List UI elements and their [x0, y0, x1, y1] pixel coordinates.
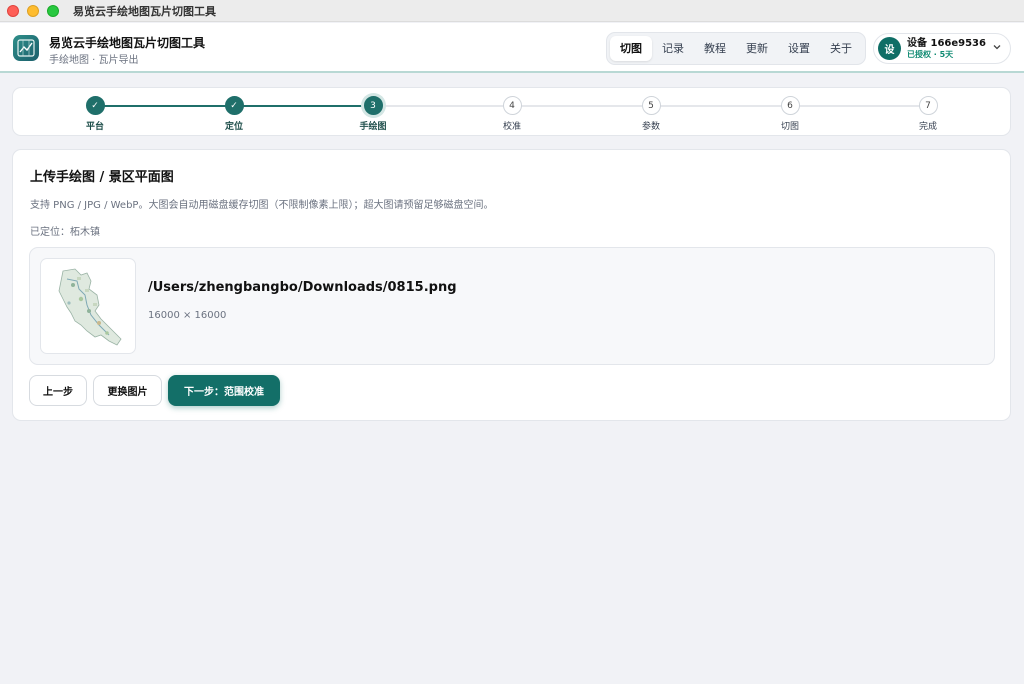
- step-handdrawn[interactable]: 3 手绘图: [343, 96, 403, 132]
- nav-tab-update[interactable]: 更新: [736, 36, 778, 61]
- prev-step-button[interactable]: 上一步: [29, 375, 87, 406]
- next-step-button[interactable]: 下一步：范围校准: [168, 375, 280, 406]
- step-check-icon: ✓: [224, 96, 244, 115]
- selected-file-panel: /Users/zhengbangbo/Downloads/0815.png 16…: [29, 247, 995, 365]
- step-label: 平台: [85, 122, 104, 132]
- close-window-button[interactable]: [7, 4, 19, 17]
- nav-tab-tutorial[interactable]: 教程: [694, 36, 736, 61]
- minimize-window-button[interactable]: [27, 4, 39, 17]
- window-title: 易览云手绘地图瓦片切图工具: [73, 4, 216, 18]
- step-number: 7: [918, 96, 938, 115]
- device-name: 设备 166e9536: [907, 37, 986, 49]
- step-done[interactable]: 7 完成: [898, 96, 958, 132]
- step-cut[interactable]: 6 切图: [760, 96, 820, 132]
- device-info: 设备 166e9536 已授权 · 5天: [907, 38, 986, 60]
- app-title: 易览云手绘地图瓦片切图工具: [49, 36, 206, 50]
- card-title: 上传手绘图 / 景区平面图: [30, 170, 174, 185]
- step-params[interactable]: 5 参数: [621, 96, 681, 132]
- nav-tab-records[interactable]: 记录: [652, 36, 694, 61]
- step-label: 完成: [918, 122, 937, 132]
- step-calibrate[interactable]: 4 校准: [482, 96, 542, 132]
- step-number: 5: [641, 96, 661, 115]
- located-place: 已定位：柘木镇: [30, 227, 100, 238]
- step-label: 定位: [224, 122, 243, 132]
- file-path: /Users/zhengbangbo/Downloads/0815.png: [148, 280, 457, 295]
- progress-stepper: ✓ 平台 ✓ 定位 3 手绘图 4 校准 5 参数 6 切图 7 完成: [12, 87, 1011, 136]
- device-menu[interactable]: 设 设备 166e9536 已授权 · 5天: [873, 33, 1011, 64]
- upload-card: 上传手绘图 / 景区平面图 支持 PNG / JPG / WebP。大图会自动用…: [12, 149, 1011, 421]
- image-dimensions: 16000 × 16000: [148, 310, 227, 321]
- step-label: 手绘图: [359, 122, 387, 132]
- app-logo-icon: [13, 35, 39, 61]
- app-header: 易览云手绘地图瓦片切图工具 手绘地图 · 瓦片导出 切图 记录 教程 更新 设置…: [0, 23, 1024, 73]
- main-nav: 切图 记录 教程 更新 设置 关于: [606, 32, 866, 65]
- device-avatar: 设: [878, 37, 901, 60]
- nav-tab-cut[interactable]: 切图: [610, 36, 652, 61]
- step-platform[interactable]: ✓ 平台: [65, 96, 125, 132]
- window-controls: [7, 4, 59, 17]
- app-subtitle: 手绘地图 · 瓦片导出: [49, 55, 139, 66]
- step-label: 参数: [641, 122, 660, 132]
- card-description: 支持 PNG / JPG / WebP。大图会自动用磁盘缓存切图（不限制像素上限…: [30, 200, 494, 211]
- step-locate[interactable]: ✓ 定位: [204, 96, 264, 132]
- step-number: 4: [502, 96, 522, 115]
- nav-tab-about[interactable]: 关于: [820, 36, 862, 61]
- maximize-window-button[interactable]: [47, 4, 59, 17]
- step-label: 校准: [502, 122, 521, 132]
- replace-image-button[interactable]: 更换图片: [93, 375, 162, 406]
- step-label: 切图: [780, 122, 799, 132]
- nav-tab-settings[interactable]: 设置: [778, 36, 820, 61]
- window-titlebar: 易览云手绘地图瓦片切图工具: [0, 0, 1024, 22]
- device-license-status: 已授权 · 5天: [907, 49, 954, 59]
- chevron-down-icon[interactable]: [993, 43, 1001, 54]
- step-number: 3: [363, 96, 383, 115]
- step-check-icon: ✓: [85, 96, 105, 115]
- step-number: 6: [780, 96, 800, 115]
- map-thumbnail: [40, 258, 136, 354]
